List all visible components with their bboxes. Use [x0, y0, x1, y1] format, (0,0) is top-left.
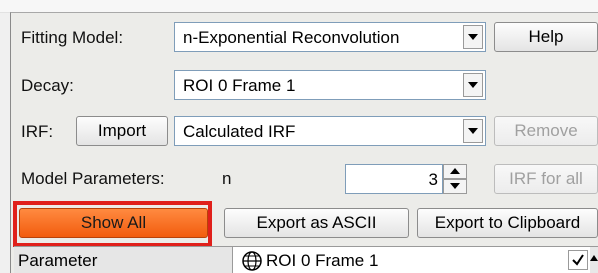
dropdown-arrow-icon[interactable] [463, 119, 483, 143]
fitting-model-select[interactable]: n-Exponential Reconvolution [174, 22, 486, 52]
decay-value: ROI 0 Frame 1 [183, 76, 296, 95]
n-value: 3 [428, 170, 438, 189]
n-spinner[interactable]: 3 [345, 164, 468, 194]
help-button[interactable]: Help [494, 22, 598, 52]
n-label: n [222, 169, 232, 188]
globe-icon[interactable] [241, 250, 263, 272]
export-clipboard-button[interactable]: Export to Clipboard [417, 208, 598, 238]
model-parameters-label: Model Parameters: [21, 169, 165, 188]
spinner-up-icon[interactable] [443, 164, 467, 179]
remove-button[interactable]: Remove [494, 116, 598, 146]
scroll-up-icon[interactable] [590, 247, 598, 273]
roi-column-header: ROI 0 Frame 1 [266, 251, 379, 270]
decay-label: Decay: [21, 76, 74, 95]
fitting-model-value: n-Exponential Reconvolution [183, 28, 400, 47]
dropdown-arrow-icon[interactable] [463, 73, 483, 97]
import-button[interactable]: Import [76, 116, 168, 146]
highlight-box [13, 201, 212, 247]
export-ascii-button[interactable]: Export as ASCII [224, 208, 409, 238]
irf-value: Calculated IRF [183, 122, 296, 141]
irf-label: IRF: [21, 122, 54, 141]
checkmark-icon[interactable] [568, 250, 588, 270]
parameter-column-header[interactable]: Parameter [14, 247, 233, 273]
fitting-model-label: Fitting Model: [21, 28, 124, 47]
irf-select[interactable]: Calculated IRF [174, 116, 486, 146]
parameter-table-header: Parameter ROI 0 Frame 1 [14, 246, 598, 273]
decay-select[interactable]: ROI 0 Frame 1 [174, 70, 486, 100]
dropdown-arrow-icon[interactable] [463, 25, 483, 49]
parameter-header-text: Parameter [18, 251, 98, 270]
n-value-field[interactable]: 3 [345, 164, 443, 194]
irf-for-all-button[interactable]: IRF for all [494, 164, 598, 194]
window: Fitting Model: n-Exponential Reconvoluti… [0, 0, 598, 273]
spinner-down-icon[interactable] [443, 179, 467, 194]
